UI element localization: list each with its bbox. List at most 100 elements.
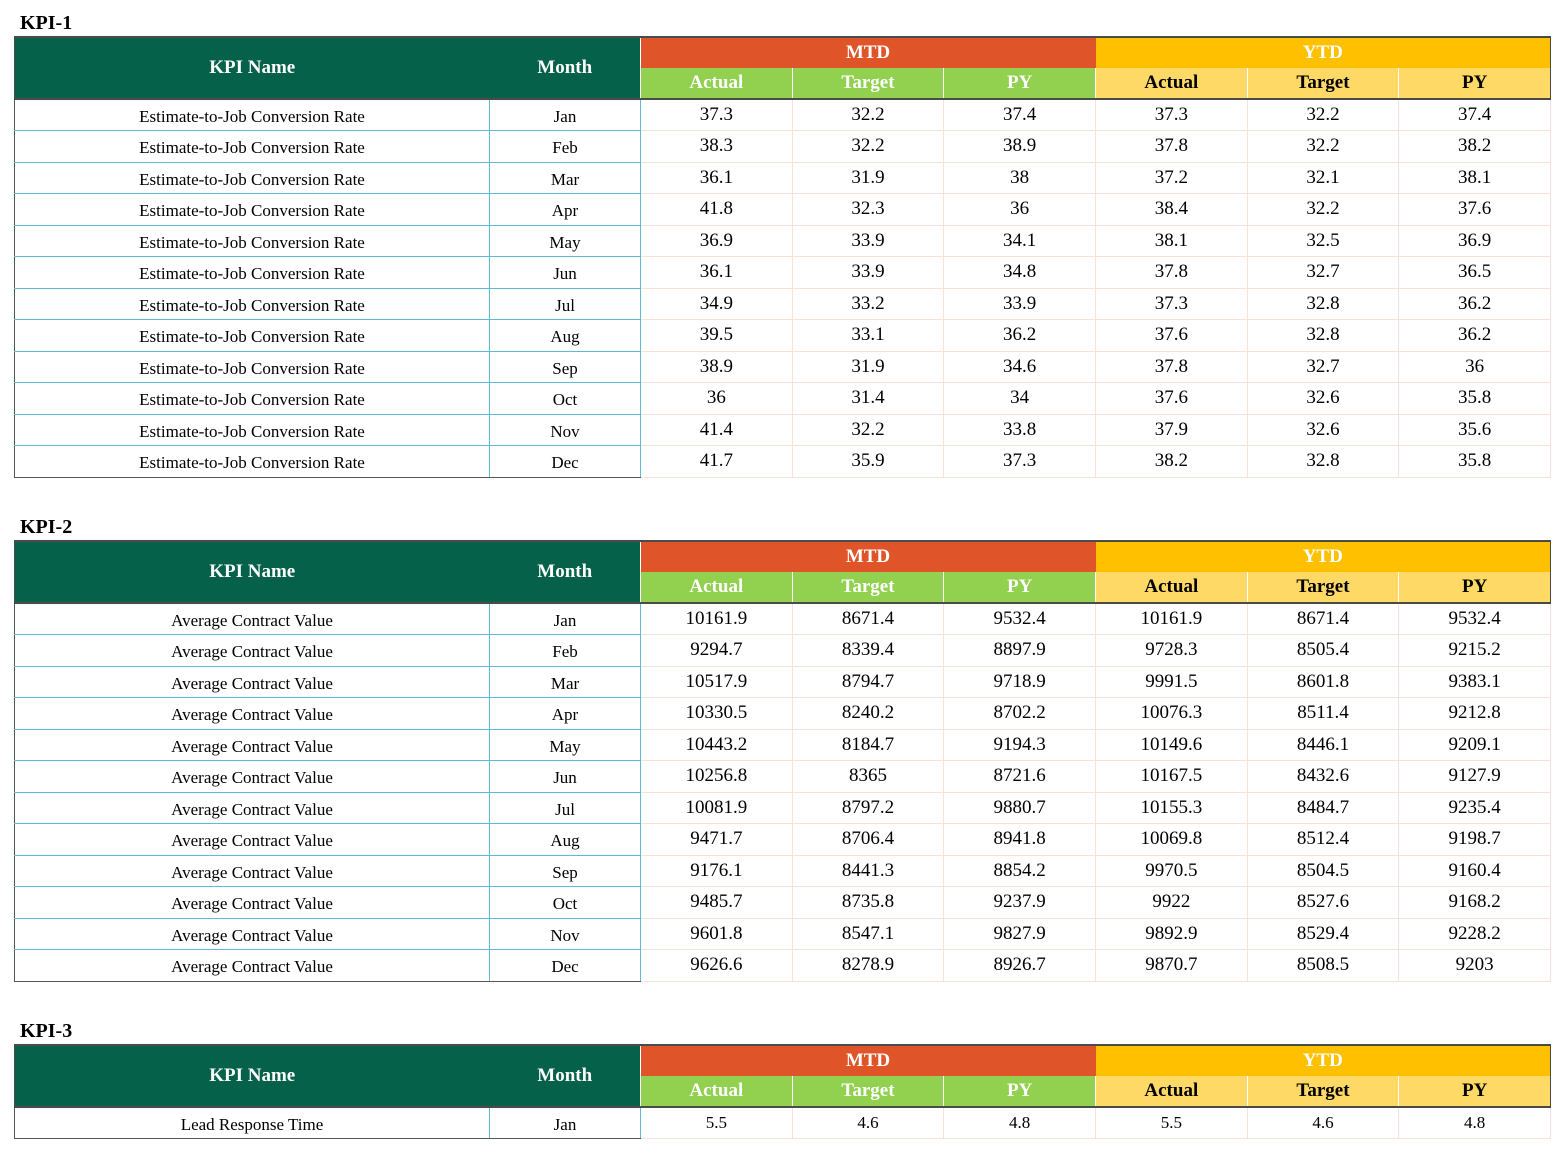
mtd-py-cell: 8721.6 bbox=[943, 760, 1096, 793]
ytd-py-cell: 9209.1 bbox=[1398, 728, 1551, 761]
kpi-table: KPI Name Month MTD YTD Actual Target PY Actual T… bbox=[14, 36, 1551, 478]
table-row: Estimate-to-Job Conversion Rate Jul 34.9 33… bbox=[14, 287, 1551, 320]
month-cell: Jun bbox=[489, 256, 641, 289]
mtd-actual-cell: 9294.7 bbox=[640, 634, 793, 667]
mtd-target-cell: 32.2 bbox=[791, 413, 945, 446]
mtd-target-cell: 8339.4 bbox=[791, 634, 945, 667]
ytd-actual-cell: 37.3 bbox=[1095, 287, 1248, 320]
table-row: Estimate-to-Job Conversion Rate Jun 36.1 33… bbox=[14, 256, 1551, 289]
month-cell: Apr bbox=[489, 193, 641, 226]
mtd-target-cell: 31.9 bbox=[791, 161, 945, 194]
month-cell: Aug bbox=[489, 823, 641, 856]
month-cell: Aug bbox=[489, 319, 641, 352]
ytd-target-cell: 8484.7 bbox=[1246, 791, 1400, 824]
kpi-name-cell: Estimate-to-Job Conversion Rate bbox=[14, 256, 490, 289]
table-row: Estimate-to-Job Conversion Rate Dec 41.7 35… bbox=[14, 445, 1551, 478]
header-mtd-actual: Actual bbox=[640, 1076, 793, 1108]
mtd-target-cell: 35.9 bbox=[791, 445, 945, 478]
month-cell: Nov bbox=[489, 917, 641, 950]
mtd-actual-cell: 9176.1 bbox=[640, 854, 793, 887]
table-row: Estimate-to-Job Conversion Rate Aug 39.5 33… bbox=[14, 319, 1551, 352]
mtd-target-cell: 8184.7 bbox=[791, 728, 945, 761]
month-cell: Jul bbox=[489, 791, 641, 824]
ytd-target-cell: 32.2 bbox=[1246, 98, 1400, 131]
month-cell: Dec bbox=[489, 949, 641, 982]
month-cell: May bbox=[489, 728, 641, 761]
mtd-target-cell: 8797.2 bbox=[791, 791, 945, 824]
mtd-target-cell: 8735.8 bbox=[791, 886, 945, 919]
ytd-actual-cell: 9892.9 bbox=[1095, 917, 1248, 950]
mtd-target-cell: 8441.3 bbox=[791, 854, 945, 887]
mtd-py-cell: 34.8 bbox=[943, 256, 1096, 289]
mtd-py-cell: 34.1 bbox=[943, 224, 1096, 257]
mtd-actual-cell: 34.9 bbox=[640, 287, 793, 320]
header-mtd-py: PY bbox=[943, 1076, 1096, 1108]
kpi-name-cell: Average Contract Value bbox=[14, 949, 490, 982]
mtd-target-cell: 8240.2 bbox=[791, 697, 945, 730]
kpi-name-cell: Estimate-to-Job Conversion Rate bbox=[14, 287, 490, 320]
ytd-actual-cell: 37.8 bbox=[1095, 350, 1248, 383]
mtd-actual-cell: 36 bbox=[640, 382, 793, 415]
ytd-target-cell: 32.2 bbox=[1246, 193, 1400, 226]
mtd-py-cell: 34.6 bbox=[943, 350, 1096, 383]
kpi-name-cell: Average Contract Value bbox=[14, 602, 490, 635]
mtd-actual-cell: 5.5 bbox=[640, 1106, 793, 1139]
kpi-name-cell: Average Contract Value bbox=[14, 760, 490, 793]
table-row: Estimate-to-Job Conversion Rate Apr 41.8 32… bbox=[14, 193, 1551, 226]
mtd-target-cell: 33.1 bbox=[791, 319, 945, 352]
ytd-target-cell: 8508.5 bbox=[1246, 949, 1400, 982]
ytd-py-cell: 36.2 bbox=[1398, 287, 1551, 320]
mtd-py-cell: 8854.2 bbox=[943, 854, 1096, 887]
kpi-name-cell: Estimate-to-Job Conversion Rate bbox=[14, 319, 490, 352]
mtd-actual-cell: 39.5 bbox=[640, 319, 793, 352]
ytd-actual-cell: 38.2 bbox=[1095, 445, 1248, 478]
header-mtd-actual: Actual bbox=[640, 572, 793, 604]
kpi-name-cell: Lead Response Time bbox=[14, 1106, 490, 1139]
mtd-actual-cell: 41.7 bbox=[640, 445, 793, 478]
ytd-py-cell: 35.8 bbox=[1398, 445, 1551, 478]
table-row: Estimate-to-Job Conversion Rate Jan 37.3 32… bbox=[14, 98, 1551, 131]
mtd-actual-cell: 10161.9 bbox=[640, 602, 793, 635]
ytd-target-cell: 32.7 bbox=[1246, 350, 1400, 383]
ytd-target-cell: 8446.1 bbox=[1246, 728, 1400, 761]
ytd-py-cell: 9127.9 bbox=[1398, 760, 1551, 793]
month-cell: Oct bbox=[489, 886, 641, 919]
mtd-target-cell: 33.9 bbox=[791, 256, 945, 289]
table-row: Average Contract Value Jan 10161.9 8671.4 95… bbox=[14, 602, 1551, 635]
mtd-target-cell: 32.2 bbox=[791, 130, 945, 163]
mtd-actual-cell: 10443.2 bbox=[640, 728, 793, 761]
ytd-target-cell: 32.6 bbox=[1246, 413, 1400, 446]
ytd-target-cell: 8527.6 bbox=[1246, 886, 1400, 919]
mtd-target-cell: 31.4 bbox=[791, 382, 945, 415]
kpi-table: KPI Name Month MTD YTD Actual Target PY Actual T… bbox=[14, 1044, 1551, 1139]
table-row: Average Contract Value Dec 9626.6 8278.9 892… bbox=[14, 949, 1551, 982]
ytd-actual-cell: 10155.3 bbox=[1095, 791, 1248, 824]
mtd-py-cell: 33.9 bbox=[943, 287, 1096, 320]
mtd-actual-cell: 36.9 bbox=[640, 224, 793, 257]
mtd-target-cell: 8547.1 bbox=[791, 917, 945, 950]
table-row: Estimate-to-Job Conversion Rate Oct 36 31.4… bbox=[14, 382, 1551, 415]
ytd-py-cell: 9532.4 bbox=[1398, 602, 1551, 635]
mtd-actual-cell: 10330.5 bbox=[640, 697, 793, 730]
ytd-actual-cell: 38.1 bbox=[1095, 224, 1248, 257]
kpi-table: KPI Name Month MTD YTD Actual Target PY Actual T… bbox=[14, 540, 1551, 982]
ytd-py-cell: 36.9 bbox=[1398, 224, 1551, 257]
ytd-actual-cell: 37.2 bbox=[1095, 161, 1248, 194]
mtd-target-cell: 32.2 bbox=[791, 98, 945, 131]
month-cell: Sep bbox=[489, 854, 641, 887]
kpi-name-cell: Average Contract Value bbox=[14, 697, 490, 730]
table-row: Average Contract Value Nov 9601.8 8547.1 982… bbox=[14, 917, 1551, 950]
ytd-actual-cell: 10076.3 bbox=[1095, 697, 1248, 730]
mtd-target-cell: 8794.7 bbox=[791, 665, 945, 698]
mtd-py-cell: 37.4 bbox=[943, 98, 1096, 131]
kpi-name-cell: Average Contract Value bbox=[14, 823, 490, 856]
month-cell: Apr bbox=[489, 697, 641, 730]
mtd-actual-cell: 9471.7 bbox=[640, 823, 793, 856]
month-cell: Jul bbox=[489, 287, 641, 320]
header-mtd-target: Target bbox=[791, 68, 945, 100]
table-row: Average Contract Value Jun 10256.8 8365 8721… bbox=[14, 760, 1551, 793]
mtd-actual-cell: 36.1 bbox=[640, 256, 793, 289]
ytd-target-cell: 32.2 bbox=[1246, 130, 1400, 163]
ytd-actual-cell: 37.3 bbox=[1095, 98, 1248, 131]
kpi-name-cell: Estimate-to-Job Conversion Rate bbox=[14, 445, 490, 478]
